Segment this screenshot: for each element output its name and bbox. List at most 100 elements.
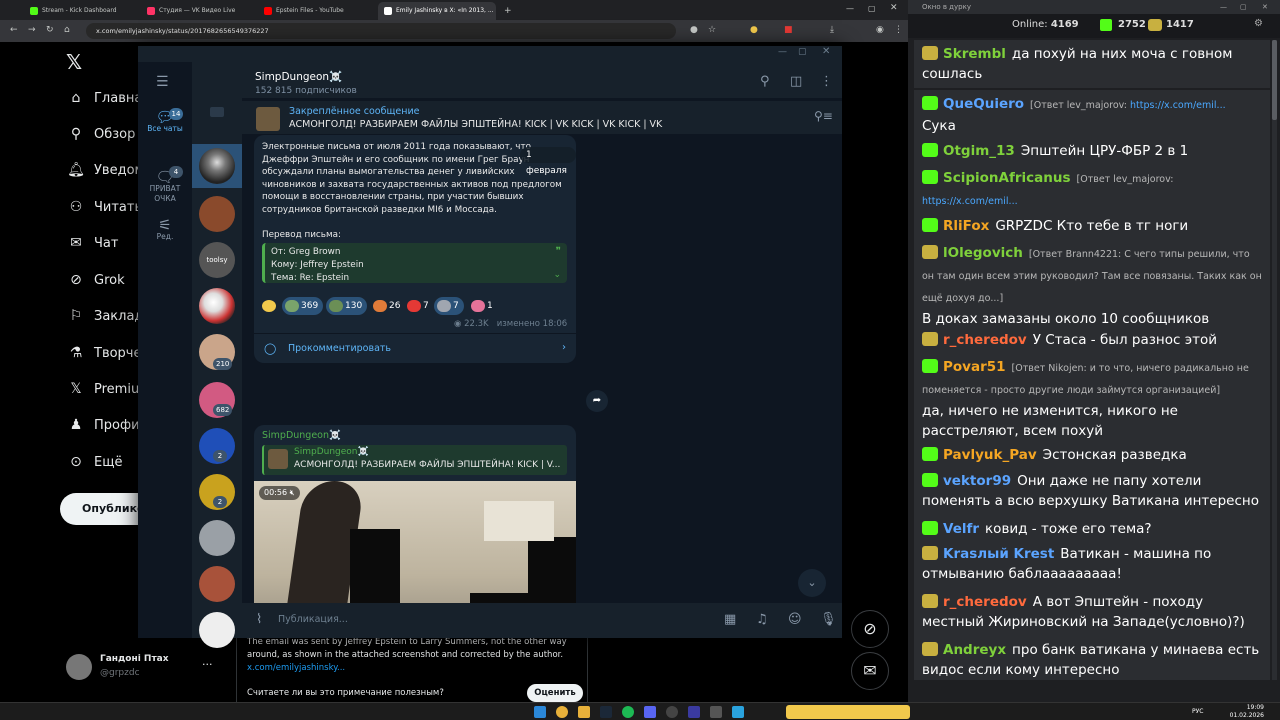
mute-icon[interactable]: 🔇︎ <box>290 488 295 497</box>
chat-username[interactable]: Krasлый Krest <box>943 546 1054 562</box>
reaction-chip[interactable]: 1 <box>468 297 498 315</box>
messages-fab-icon[interactable]: ✉ <box>851 652 889 690</box>
chat-scrollbar[interactable] <box>1272 40 1277 680</box>
discord-icon[interactable] <box>644 706 656 718</box>
extension-icon[interactable]: ■ <box>784 25 793 35</box>
chrome-icon[interactable] <box>556 706 568 718</box>
channel-header[interactable]: SimpDungeon☠️ 152 815 подписчиков ⚲ ◫ ⋮ <box>242 62 842 98</box>
chat-avatar[interactable] <box>199 196 235 232</box>
back-icon[interactable]: ← <box>10 25 18 35</box>
extension-icon[interactable]: ● <box>750 25 758 35</box>
windows-start-icon[interactable] <box>534 706 546 718</box>
spotify-icon[interactable] <box>622 706 634 718</box>
minimize-icon[interactable]: — <box>778 47 787 57</box>
minimize-icon[interactable]: — <box>846 4 854 13</box>
maximize-icon[interactable]: ▢ <box>1240 0 1247 14</box>
search-icon[interactable]: ⚲ <box>760 74 770 89</box>
close-icon[interactable]: ✕ <box>890 3 898 13</box>
home-icon[interactable]: ⌂ <box>64 25 70 35</box>
more-icon[interactable]: ··· <box>202 658 213 671</box>
scroll-down-button[interactable]: ⌄ <box>798 569 826 597</box>
more-vertical-icon[interactable]: ⋮ <box>820 74 833 89</box>
chat-username[interactable]: RliFox <box>943 218 989 234</box>
emoji-icon[interactable]: ☺ <box>788 612 802 627</box>
rate-button[interactable]: Оценить <box>527 684 583 702</box>
star-icon[interactable]: ☆ <box>708 25 716 35</box>
reaction-chip[interactable]: 7 <box>434 297 464 315</box>
minimize-icon[interactable]: — <box>1220 0 1227 14</box>
archive-icon[interactable] <box>210 107 224 117</box>
x-nav-grok[interactable]: ⊘ Grok <box>66 270 125 290</box>
browser-tab[interactable]: Epstein Files - YouTube <box>258 2 374 20</box>
browser-tab-active[interactable]: Emily Jashinsky в X: «In 2013, ... <box>378 2 496 20</box>
scrollbar-thumb[interactable] <box>1272 40 1277 120</box>
forward-icon[interactable]: ➦ <box>586 390 608 412</box>
system-clock[interactable]: 19:09 01.02.2026 <box>1224 704 1264 720</box>
chat-username[interactable]: r_cheredov <box>943 594 1027 610</box>
maximize-icon[interactable]: ▢ <box>868 4 876 13</box>
close-icon[interactable]: ✕ <box>1262 0 1268 14</box>
widget-banner[interactable] <box>786 705 910 719</box>
reply-preview[interactable]: SimpDungeon☠️ АСМОНГОЛД! РАЗБИРАЕМ ФАЙЛЫ… <box>262 445 567 475</box>
extension-icon[interactable]: ● <box>690 25 698 35</box>
chat-avatar[interactable] <box>199 288 235 324</box>
chat-username[interactable]: Velfr <box>943 521 979 537</box>
paperclip-icon[interactable]: ⌇ <box>256 612 262 627</box>
url-input[interactable]: x.com/emilyjashinsky/status/201768265654… <box>86 23 676 39</box>
reaction-chip[interactable]: 130 <box>326 297 368 315</box>
telegram-icon[interactable] <box>732 706 744 718</box>
chat-username[interactable]: QueQuiero <box>943 96 1024 112</box>
app-icon[interactable] <box>688 706 700 718</box>
microphone-icon[interactable]: 🎙︎ <box>820 612 837 627</box>
download-icon[interactable]: ⤓ <box>830 25 834 35</box>
chat-avatar[interactable] <box>199 566 235 602</box>
pinned-message-bar[interactable]: Закреплённое сообщение АСМОНГОЛД! РАЗБИР… <box>242 100 842 134</box>
browser-tab[interactable]: Stream - Kick Dashboard <box>24 2 140 20</box>
grok-fab-icon[interactable]: ⊘ <box>851 610 889 648</box>
hamburger-icon[interactable]: ☰ <box>156 74 169 90</box>
close-icon[interactable]: ✕ <box>822 46 830 57</box>
menu-icon[interactable]: ⋮ <box>894 25 903 35</box>
reaction-chip[interactable]: 7 <box>404 297 434 315</box>
chat-username[interactable]: Otgim_13 <box>943 143 1015 159</box>
browser-tab[interactable]: Студия — VK Видео Live <box>141 2 257 20</box>
folder-all-chats[interactable]: 💬︎ Все чаты 14 <box>138 108 192 134</box>
x-nav-follow[interactable]: ⚇ Читать <box>66 197 142 217</box>
x-nav-explore[interactable]: ⚲ Обзор <box>66 124 136 144</box>
folder-private[interactable]: 🗨︎ ПРИВАТ ОЧКА 4 <box>138 166 192 204</box>
app-icon[interactable] <box>710 706 722 718</box>
chat-username[interactable]: lOlegovich <box>943 245 1023 261</box>
folder-edit[interactable]: ⚟ Ред. <box>138 218 192 242</box>
language-indicator[interactable]: РУС <box>1192 708 1203 715</box>
chat-avatar[interactable] <box>199 148 235 184</box>
chat-username[interactable]: Pavlyuk_Pav <box>943 447 1037 463</box>
reaction-chip[interactable]: 26 <box>370 297 405 315</box>
reply-link[interactable]: https://x.com/emil... <box>922 196 1018 207</box>
bell-icon[interactable]: ♫ <box>756 612 768 627</box>
message-input[interactable]: Публикация... <box>278 614 348 625</box>
reply-link[interactable]: https://x.com/emil... <box>1130 100 1226 111</box>
chat-avatar[interactable] <box>199 520 235 556</box>
gear-icon[interactable]: ⚙ <box>1254 18 1263 29</box>
comment-button[interactable]: ◯ Прокомментировать › <box>254 333 576 363</box>
chat-username[interactable]: Povar51 <box>943 359 1006 375</box>
chat-username[interactable]: vektor99 <box>943 473 1011 489</box>
chat-username[interactable]: Andreyx <box>943 642 1006 658</box>
x-nav-chat[interactable]: ✉ Чат <box>66 233 118 253</box>
obs-icon[interactable] <box>666 706 678 718</box>
chat-avatar[interactable] <box>199 612 235 648</box>
chevron-down-icon[interactable]: ⌄ <box>553 269 561 282</box>
pin-list-icon[interactable]: ⚲≡ <box>814 109 833 123</box>
reaction-chip[interactable] <box>262 297 278 315</box>
forward-icon[interactable]: → <box>28 25 36 35</box>
reload-icon[interactable]: ↻ <box>46 25 54 35</box>
x-nav-more[interactable]: ⊙ Ещё <box>66 452 122 472</box>
video-player[interactable]: 00:56 🔇︎ <box>254 481 576 603</box>
steam-icon[interactable] <box>600 706 612 718</box>
chat-avatar[interactable]: toolsy <box>199 242 235 278</box>
note-link[interactable]: x.com/emilyjashinsky... <box>247 663 345 673</box>
x-logo-icon[interactable]: 𝕏 <box>66 50 82 74</box>
folder-icon[interactable] <box>578 706 590 718</box>
new-tab-button[interactable]: + <box>498 2 512 20</box>
schedule-icon[interactable]: ▦ <box>724 612 736 627</box>
